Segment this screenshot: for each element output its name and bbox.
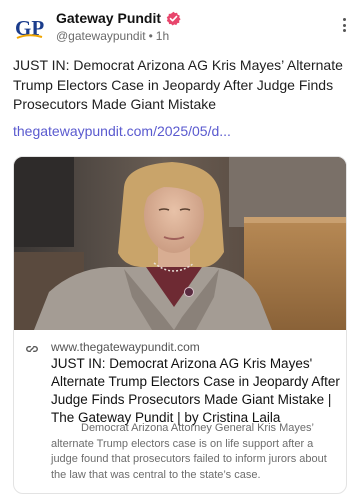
avatar[interactable]: GP	[13, 10, 47, 44]
link-preview-card[interactable]: www.thegatewaypundit.com JUST IN: Democr…	[13, 156, 347, 494]
card-description: Democrat Arizona Attorney General Kris M…	[51, 422, 327, 481]
account-handle[interactable]: @gatewaypundit	[56, 29, 146, 43]
article-image[interactable]	[14, 157, 347, 330]
card-title[interactable]: JUST IN: Democrat Arizona AG Kris Mayes'…	[51, 355, 341, 427]
post-header: GP Gateway Pundit @gatewaypundit • 1h	[13, 7, 353, 47]
post-time: 1h	[155, 29, 170, 43]
verified-badge-icon	[166, 11, 181, 26]
gp-logo-icon: GP	[15, 16, 44, 40]
account-name[interactable]: Gateway Pundit	[56, 10, 161, 26]
link-icon	[26, 345, 38, 353]
post-link[interactable]: thegatewaypundit.com/2025/05/d...	[13, 123, 231, 139]
separator-dot: •	[148, 29, 153, 43]
post-text: JUST IN: Democrat Arizona AG Kris Mayes’…	[13, 57, 343, 112]
handle-row: @gatewaypundit • 1h	[56, 29, 169, 43]
more-options-icon[interactable]	[337, 15, 351, 35]
card-domain: www.thegatewaypundit.com	[51, 340, 200, 354]
